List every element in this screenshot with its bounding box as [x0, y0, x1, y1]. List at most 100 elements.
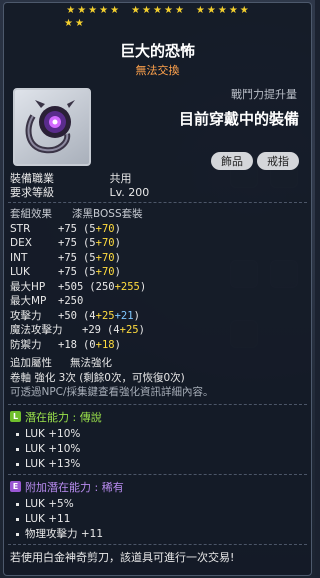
stat-name: 最大HP: [10, 280, 46, 293]
category-badge-accessory: 飾品: [211, 152, 253, 170]
stat-row: LUK +75 (5 +70): [10, 265, 305, 280]
stat-base: (5: [82, 222, 96, 235]
stat-total: +75: [58, 237, 77, 249]
item-header: 戰鬥力提升量 目前穿戴中的裝備 飾品 戒指 裝備職業 共用 要求等級 Lv. 2…: [4, 82, 311, 200]
combat-power-value: 目前穿戴中的裝備: [178, 110, 299, 128]
star-icon: ★: [239, 5, 249, 16]
divider: [8, 543, 307, 545]
potential-line: LUK +10%: [4, 442, 311, 457]
star-group: ★ ★ ★ ★ ★: [131, 6, 184, 16]
potential-line-text: LUK +10%: [25, 427, 81, 440]
star-group: ★ ★: [64, 19, 84, 29]
stat-base: (4: [106, 324, 120, 336]
stat-scroll-bonus: +18: [95, 338, 115, 351]
level-requirement: 要求等級 Lv. 200: [10, 184, 149, 200]
legendary-grade-icon: L: [10, 411, 21, 422]
potential-line: 物理攻擊力 +11: [4, 527, 311, 542]
star-icon: ★: [153, 5, 162, 16]
scroll-upgrade-info: 卷軸 強化 3次 (剩餘0次，可恢復0次): [10, 371, 185, 384]
stat-row: 最大HP +505 (250 +255): [10, 280, 305, 295]
set-effect-label: 套組效果: [10, 208, 52, 220]
star-icon: ★: [99, 5, 109, 16]
level-label: 要求等級: [10, 186, 54, 199]
star-icon: ★: [88, 5, 98, 16]
stat-total: +250: [58, 295, 84, 307]
star-icon: ★: [110, 5, 120, 16]
stat-name: LUK: [10, 266, 30, 278]
stat-total: +75: [58, 266, 77, 278]
star-icon: ★: [77, 5, 87, 16]
star-icon: ★: [174, 5, 184, 16]
bullet-icon: [16, 447, 19, 451]
stat-name: DEX: [10, 237, 32, 249]
stat-scroll-bonus: +25: [119, 324, 139, 336]
stat-row: STR +75 (5 +70): [10, 222, 305, 237]
stat-close: ): [114, 251, 121, 264]
upgrade-hint: 可透過NPC/採集鍵查看強化資訊詳細內容。: [10, 386, 214, 398]
stat-row: DEX +75 (5 +70): [10, 236, 305, 251]
epic-grade-icon: E: [10, 481, 21, 492]
star-icon: ★: [64, 18, 73, 29]
potential-line-text: LUK +10%: [25, 442, 81, 455]
stat-base: (5: [82, 251, 96, 264]
star-icon: ★: [66, 5, 76, 16]
stat-row: 最大MP +250: [10, 294, 305, 309]
stat-row: INT +75 (5 +70): [10, 251, 305, 266]
stat-name: 攻擊力: [10, 309, 42, 322]
divider: [8, 473, 307, 475]
stat-row: 攻擊力 +50 (4 +25 +21): [10, 309, 305, 324]
item-icon: [13, 88, 91, 166]
stat-close: ): [114, 237, 121, 249]
stat-base: (250: [89, 280, 115, 293]
bonus-stat-label: 追加屬性: [10, 357, 52, 369]
bonus-stat-value: 無法強化: [70, 357, 112, 369]
star-icon: ★: [217, 5, 227, 16]
bullet-icon: [16, 502, 19, 506]
stat-name: INT: [10, 251, 28, 264]
bullet-icon: [16, 432, 19, 436]
stat-scroll-bonus: +70: [95, 222, 115, 235]
potential-line: LUK +5%: [4, 497, 311, 512]
star-icon: ★: [131, 5, 141, 16]
stat-scroll-bonus: +25: [95, 309, 115, 322]
stat-base: (0: [82, 338, 96, 351]
star-icon: ★: [195, 5, 205, 16]
potential-line-text: 物理攻擊力 +11: [25, 527, 103, 540]
star-force-rating: ★ ★ ★ ★ ★ ★ ★ ★ ★ ★ ★ ★ ★ ★ ★ ★ ★: [4, 3, 311, 33]
star-icon: ★: [228, 5, 238, 16]
stat-flame-bonus: +21: [114, 309, 134, 322]
stat-name: STR: [10, 222, 31, 235]
stat-base: (5: [82, 266, 96, 278]
stat-scroll-bonus: +70: [95, 237, 115, 249]
stats-block: 套組效果 漆黑BOSS套裝 STR +75 (5 +70) DEX +75 (5 +70)…: [4, 205, 311, 354]
stat-name: 魔法攻擊力: [10, 324, 63, 336]
potential-line: LUK +10%: [4, 427, 311, 442]
trade-status: 無法交換: [135, 64, 180, 77]
item-name: 巨大的恐怖: [119, 42, 195, 60]
stat-total: +505: [58, 280, 84, 293]
stat-close: ): [138, 324, 145, 336]
stat-row: 魔法攻擊力 +29 (4 +25): [10, 323, 305, 338]
bonus-potential-header: E 附加潛在能力 : 稀有: [4, 477, 311, 497]
bullet-icon: [16, 517, 19, 521]
stat-close: ): [139, 280, 147, 293]
stat-scroll-bonus: +70: [95, 266, 115, 278]
stat-name: 防禦力: [10, 338, 42, 351]
potential-label: 潛在能力 : 傳說: [25, 410, 102, 424]
star-group: ★ ★ ★ ★ ★: [196, 6, 249, 16]
stat-total: +75: [58, 222, 77, 235]
set-effect-value: 漆黑BOSS套裝: [72, 208, 143, 220]
star-group: ★ ★ ★ ★ ★: [66, 6, 119, 16]
divider: [8, 403, 307, 405]
stat-total: +18: [58, 338, 77, 351]
potential-line-text: LUK +13%: [25, 457, 81, 470]
bullet-icon: [16, 532, 19, 536]
level-value: Lv. 200: [109, 186, 150, 199]
star-icon: ★: [206, 5, 216, 16]
stat-close: ): [133, 309, 140, 322]
extra-block: 追加屬性 無法強化 卷軸 強化 3次 (剩餘0次，可恢復0次) 可透過NPC/採…: [4, 354, 311, 402]
stat-total: +29: [82, 324, 101, 336]
stat-scroll-bonus: +255: [114, 280, 140, 293]
potential-line-text: LUK +11: [25, 512, 71, 525]
star-icon: ★: [163, 5, 173, 16]
